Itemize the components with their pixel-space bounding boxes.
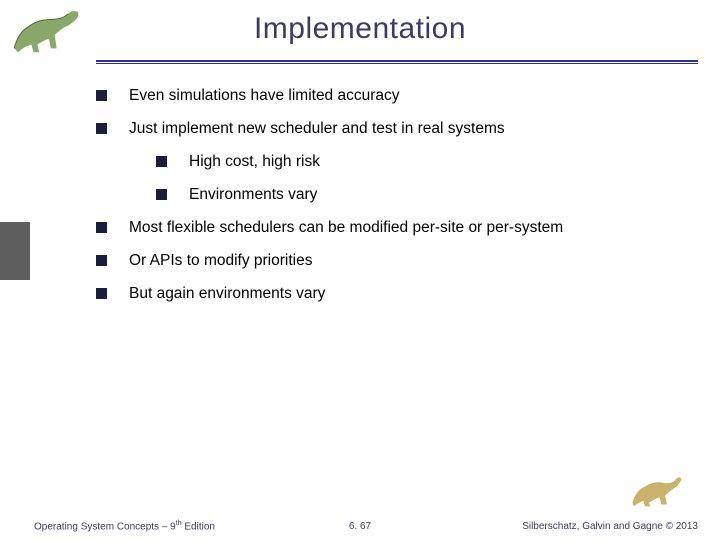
list-item: Even simulations have limited accuracy: [96, 86, 680, 107]
bullet-text: Environments vary: [189, 185, 680, 206]
left-accent-bar: [0, 222, 30, 280]
footer-left-text-b: Edition: [182, 521, 215, 532]
title-divider-bottom: [96, 63, 698, 64]
bullet-icon: [96, 90, 107, 101]
footer-left: Operating System Concepts – 9th Edition: [34, 520, 215, 532]
list-item: High cost, high risk: [156, 152, 680, 173]
bullet-icon: [96, 288, 107, 299]
bullet-icon: [156, 156, 167, 167]
list-item: Environments vary: [156, 185, 680, 206]
title-divider-top: [96, 60, 698, 62]
bullet-icon: [96, 222, 107, 233]
list-item: But again environments vary: [96, 284, 680, 305]
bullet-list: Even simulations have limited accuracy J…: [96, 86, 680, 316]
bullet-icon: [96, 255, 107, 266]
bullet-text: High cost, high risk: [189, 152, 680, 173]
footer-right: Silberschatz, Galvin and Gagne © 2013: [522, 521, 698, 532]
slide-footer: Operating System Concepts – 9th Edition …: [0, 514, 720, 532]
list-item: Just implement new scheduler and test in…: [96, 119, 680, 140]
bullet-text: Just implement new scheduler and test in…: [129, 119, 680, 140]
footer-left-text-a: Operating System Concepts – 9: [34, 521, 176, 532]
bullet-text: Most flexible schedulers can be modified…: [129, 218, 680, 239]
slide-header: Implementation: [0, 0, 720, 72]
list-item: Most flexible schedulers can be modified…: [96, 218, 680, 239]
bullet-icon: [96, 123, 107, 134]
dinosaur-bottom-icon: [628, 470, 684, 510]
bullet-icon: [156, 189, 167, 200]
bullet-text: Even simulations have limited accuracy: [129, 86, 680, 107]
footer-center: 6. 67: [349, 521, 371, 532]
slide-title: Implementation: [0, 0, 720, 46]
list-item: Or APIs to modify priorities: [96, 251, 680, 272]
bullet-text: Or APIs to modify priorities: [129, 251, 680, 272]
bullet-text: But again environments vary: [129, 284, 680, 305]
dinosaur-top-icon: [8, 6, 86, 60]
